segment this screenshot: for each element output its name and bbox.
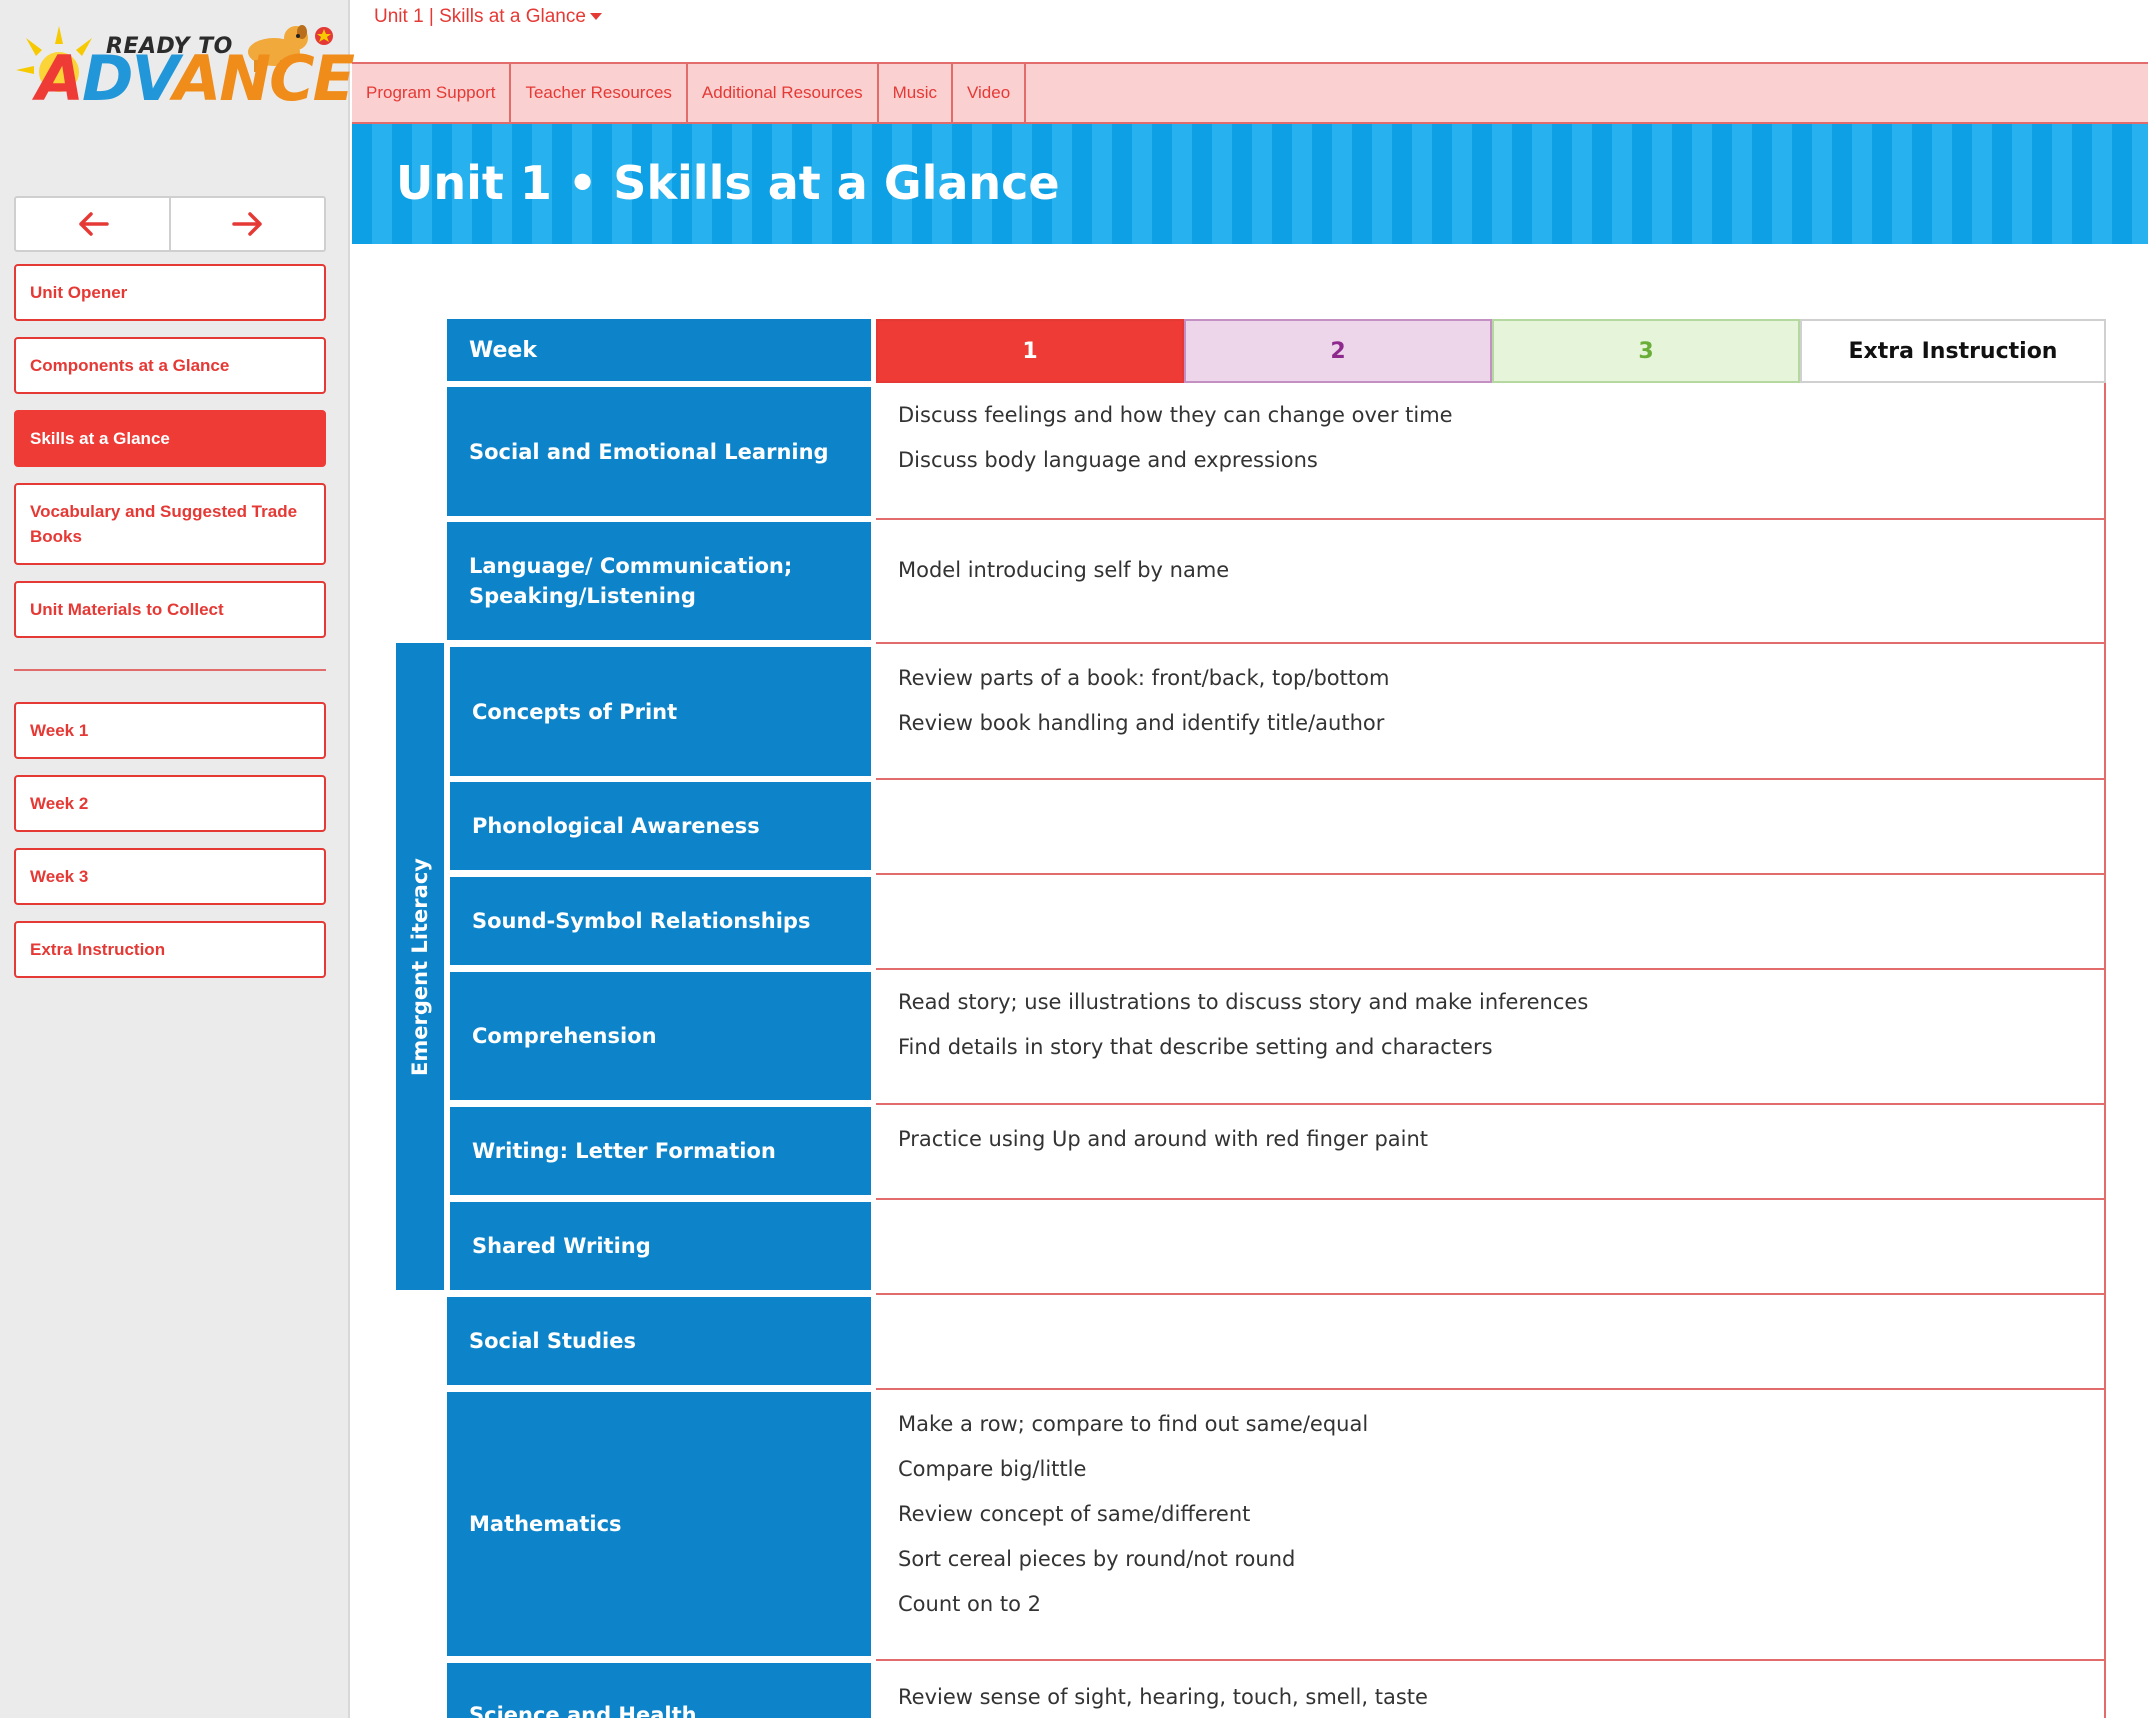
table-row-content: Review sense of sight, hearing, touch, s… xyxy=(876,1661,2106,1718)
breadcrumb-text: Unit 1 | Skills at a Glance xyxy=(374,6,586,27)
row-label-writing-letter-formation: Writing: Letter Formation xyxy=(450,1107,871,1195)
tab-additional-resources[interactable]: Additional Resources xyxy=(688,64,879,122)
row-label-comprehension: Comprehension xyxy=(450,972,871,1100)
arrow-right-icon xyxy=(231,212,262,236)
sidebar-item-components-at-a-glance[interactable]: Components at a Glance xyxy=(14,337,326,394)
table-row-content xyxy=(876,1200,2106,1295)
row-label-language-communication: Language/ Communication; Speaking/Listen… xyxy=(447,522,871,640)
row-label-science-text: Science and Health xyxy=(469,1703,697,1718)
sidebar-item-unit-opener[interactable]: Unit Opener xyxy=(14,264,326,321)
skill-line: Count on to 2 xyxy=(898,1592,1041,1616)
extra-instruction-column-header: Extra Instruction xyxy=(1800,319,2106,383)
table-row-content: Discuss feelings and how they can change… xyxy=(876,383,2106,520)
row-label-shared-writing: Shared Writing xyxy=(450,1202,871,1290)
table-row-content: Practice using Up and around with red fi… xyxy=(876,1105,2106,1200)
skill-line: Practice using Up and around with red fi… xyxy=(898,1127,1429,1151)
top-navigation: Program Support Teacher Resources Additi… xyxy=(352,62,2148,124)
table-row-content xyxy=(876,1295,2106,1390)
sidebar-item-unit-materials[interactable]: Unit Materials to Collect xyxy=(14,581,326,638)
emergent-literacy-group-label: Emergent Literacy xyxy=(396,643,444,1290)
next-page-button[interactable] xyxy=(169,198,324,250)
sidebar-item-extra-instruction[interactable]: Extra Instruction xyxy=(14,921,326,978)
table-header-week: Week xyxy=(447,319,871,381)
group-label-text: Emergent Literacy xyxy=(408,857,432,1076)
arrow-left-icon xyxy=(78,212,109,236)
sidebar-item-week-3[interactable]: Week 3 xyxy=(14,848,326,905)
table-row-content xyxy=(876,875,2106,970)
sidebar: READY TO ADVANCE Unit Opener Components … xyxy=(0,0,355,1718)
tab-video[interactable]: Video xyxy=(953,64,1027,122)
skill-line: Review concept of same/different xyxy=(898,1502,1251,1526)
row-label-social-studies: Social Studies xyxy=(447,1297,871,1385)
previous-page-button[interactable] xyxy=(16,198,169,250)
skill-line: Find details in story that describe sett… xyxy=(898,1035,1493,1059)
table-row-content: Model introducing self by name xyxy=(876,520,2106,644)
caret-down-icon xyxy=(589,13,602,20)
sidebar-item-skills-at-a-glance[interactable]: Skills at a Glance xyxy=(14,410,326,467)
tab-program-support[interactable]: Program Support xyxy=(352,64,512,122)
row-label-sound-symbol-relationships: Sound-Symbol Relationships xyxy=(450,877,871,965)
logo-advance-text: ADVANCE xyxy=(36,42,355,115)
skill-line: Read story; use illustrations to discuss… xyxy=(898,990,1589,1014)
logo-letters-dv: DV xyxy=(81,42,175,115)
row-label-mathematics: Mathematics xyxy=(447,1392,871,1656)
skill-line: Review book handling and identify title/… xyxy=(898,711,1385,735)
sidebar-item-week-2[interactable]: Week 2 xyxy=(14,775,326,832)
skill-line: Model introducing self by name xyxy=(898,558,1230,582)
row-label-phonological-awareness: Phonological Awareness xyxy=(450,782,871,870)
logo-letter-a: A xyxy=(36,42,84,115)
row-label-concepts-of-print: Concepts of Print xyxy=(450,647,871,776)
table-row-content: Review parts of a book: front/back, top/… xyxy=(876,644,2106,780)
table-row-content: Make a row; compare to find out same/equ… xyxy=(876,1390,2106,1661)
page-title: Unit 1 • Skills at a Glance xyxy=(396,156,1060,210)
sidebar-item-week-1[interactable]: Week 1 xyxy=(14,702,326,759)
logo-letters-ance: ANCE xyxy=(173,42,355,115)
prev-next-navigation xyxy=(14,196,326,252)
row-label-social-emotional-learning: Social and Emotional Learning xyxy=(447,387,871,516)
page-banner: Unit 1 • Skills at a Glance xyxy=(352,124,2148,244)
ready-to-advance-logo[interactable]: READY TO ADVANCE xyxy=(14,14,355,115)
week-2-column-header: 2 xyxy=(1184,319,1492,383)
table-row-content xyxy=(876,780,2106,875)
breadcrumb-dropdown[interactable]: Unit 1 | Skills at a Glance xyxy=(374,6,602,28)
week-3-column-header: 3 xyxy=(1492,319,1800,383)
skill-line: Sort cereal pieces by round/not round xyxy=(898,1547,1296,1571)
sidebar-item-vocabulary-trade-books[interactable]: Vocabulary and Suggested Trade Books xyxy=(14,483,326,565)
table-row-content: Read story; use illustrations to discuss… xyxy=(876,970,2106,1105)
skill-line: Discuss body language and expressions xyxy=(898,448,1318,472)
skill-line: Compare big/little xyxy=(898,1457,1087,1481)
row-label-science-and-health: Science and Health xyxy=(447,1663,871,1718)
sidebar-divider xyxy=(14,669,326,671)
skill-line: Review sense of sight, hearing, touch, s… xyxy=(898,1685,1428,1709)
skill-line: Make a row; compare to find out same/equ… xyxy=(898,1412,1369,1436)
tab-teacher-resources[interactable]: Teacher Resources xyxy=(511,64,688,122)
week-1-column-header: 1 xyxy=(876,319,1184,383)
tab-music[interactable]: Music xyxy=(879,64,953,122)
skill-line: Discuss feelings and how they can change… xyxy=(898,403,1453,427)
skill-line: Review parts of a book: front/back, top/… xyxy=(898,666,1390,690)
